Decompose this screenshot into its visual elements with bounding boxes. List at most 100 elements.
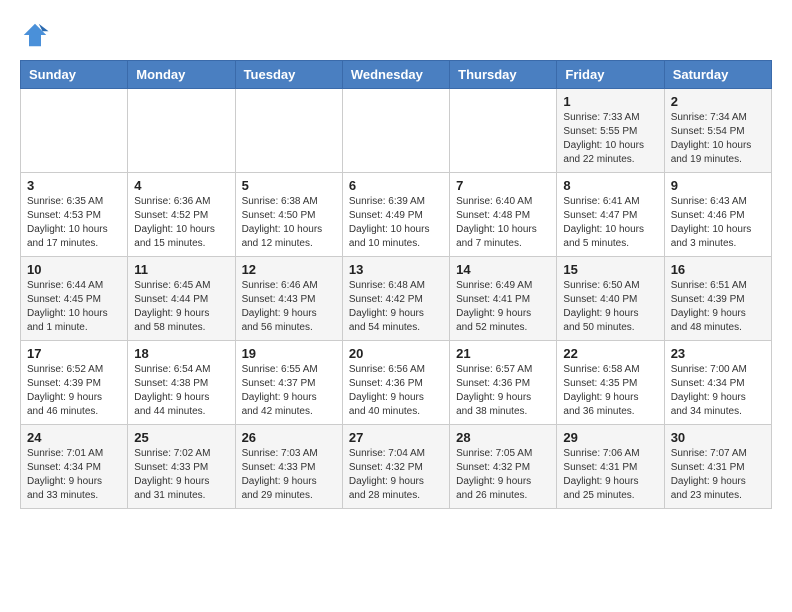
day-info: Sunrise: 7:03 AM Sunset: 4:33 PM Dayligh… — [242, 447, 336, 503]
calendar-cell: 16 Sunrise: 6:51 AM Sunset: 4:39 PM Dayli… — [664, 257, 771, 341]
calendar-cell: 29 Sunrise: 7:06 AM Sunset: 4:31 PM Dayli… — [557, 425, 664, 509]
calendar-cell — [21, 89, 128, 173]
day-number: 21 — [456, 346, 550, 361]
day-info: Sunrise: 7:02 AM Sunset: 4:33 PM Dayligh… — [134, 447, 228, 503]
day-number: 13 — [349, 262, 443, 277]
calendar-cell: 18 Sunrise: 6:54 AM Sunset: 4:38 PM Dayli… — [128, 341, 235, 425]
calendar-cell: 1Sunrise: 7:33 AM Sunset: 5:55 PM Daylig… — [557, 89, 664, 173]
calendar-cell: 24 Sunrise: 7:01 AM Sunset: 4:34 PM Dayli… — [21, 425, 128, 509]
page-header — [20, 20, 772, 50]
calendar-cell — [450, 89, 557, 173]
day-number: 3 — [27, 178, 121, 193]
day-number: 14 — [456, 262, 550, 277]
calendar-cell: 27 Sunrise: 7:04 AM Sunset: 4:32 PM Dayli… — [342, 425, 449, 509]
day-info: Sunrise: 6:36 AM Sunset: 4:52 PM Dayligh… — [134, 195, 228, 251]
day-number: 7 — [456, 178, 550, 193]
day-info: Sunrise: 6:41 AM Sunset: 4:47 PM Dayligh… — [563, 195, 657, 251]
calendar-cell: 20Sunrise: 6:56 AM Sunset: 4:36 PM Dayli… — [342, 341, 449, 425]
day-number: 6 — [349, 178, 443, 193]
calendar-cell: 14Sunrise: 6:49 AM Sunset: 4:41 PM Dayli… — [450, 257, 557, 341]
day-number: 9 — [671, 178, 765, 193]
calendar-cell: 28 Sunrise: 7:05 AM Sunset: 4:32 PM Dayli… — [450, 425, 557, 509]
day-number: 26 — [242, 430, 336, 445]
day-number: 23 — [671, 346, 765, 361]
day-info: Sunrise: 7:06 AM Sunset: 4:31 PM Dayligh… — [563, 447, 657, 503]
calendar-cell: 4 Sunrise: 6:36 AM Sunset: 4:52 PM Daylig… — [128, 173, 235, 257]
col-header-wednesday: Wednesday — [342, 61, 449, 89]
calendar-cell — [342, 89, 449, 173]
day-number: 30 — [671, 430, 765, 445]
day-number: 4 — [134, 178, 228, 193]
day-number: 11 — [134, 262, 228, 277]
calendar-cell: 22 Sunrise: 6:58 AM Sunset: 4:35 PM Dayli… — [557, 341, 664, 425]
col-header-thursday: Thursday — [450, 61, 557, 89]
calendar-cell: 30 Sunrise: 7:07 AM Sunset: 4:31 PM Dayli… — [664, 425, 771, 509]
day-number: 5 — [242, 178, 336, 193]
calendar-cell: 23 Sunrise: 7:00 AM Sunset: 4:34 PM Dayli… — [664, 341, 771, 425]
calendar-cell: 9 Sunrise: 6:43 AM Sunset: 4:46 PM Daylig… — [664, 173, 771, 257]
day-number: 16 — [671, 262, 765, 277]
day-info: Sunrise: 6:51 AM Sunset: 4:39 PM Dayligh… — [671, 279, 765, 335]
calendar-cell: 26 Sunrise: 7:03 AM Sunset: 4:33 PM Dayli… — [235, 425, 342, 509]
day-info: Sunrise: 6:46 AM Sunset: 4:43 PM Dayligh… — [242, 279, 336, 335]
calendar-cell: 21 Sunrise: 6:57 AM Sunset: 4:36 PM Dayli… — [450, 341, 557, 425]
calendar-cell: 6 Sunrise: 6:39 AM Sunset: 4:49 PM Daylig… — [342, 173, 449, 257]
day-info: Sunrise: 7:04 AM Sunset: 4:32 PM Dayligh… — [349, 447, 443, 503]
calendar-cell: 5 Sunrise: 6:38 AM Sunset: 4:50 PM Daylig… — [235, 173, 342, 257]
calendar-cell: 12 Sunrise: 6:46 AM Sunset: 4:43 PM Dayli… — [235, 257, 342, 341]
day-info: Sunrise: 6:48 AM Sunset: 4:42 PM Dayligh… — [349, 279, 443, 335]
calendar-cell: 15 Sunrise: 6:50 AM Sunset: 4:40 PM Dayli… — [557, 257, 664, 341]
day-info: Sunrise: 6:40 AM Sunset: 4:48 PM Dayligh… — [456, 195, 550, 251]
day-info: Sunrise: 6:52 AM Sunset: 4:39 PM Dayligh… — [27, 363, 121, 419]
day-info: Sunrise: 7:33 AM Sunset: 5:55 PM Dayligh… — [563, 111, 657, 167]
day-number: 22 — [563, 346, 657, 361]
day-info: Sunrise: 7:34 AM Sunset: 5:54 PM Dayligh… — [671, 111, 765, 167]
calendar-cell: 25 Sunrise: 7:02 AM Sunset: 4:33 PM Dayli… — [128, 425, 235, 509]
day-info: Sunrise: 6:54 AM Sunset: 4:38 PM Dayligh… — [134, 363, 228, 419]
calendar-cell: 2 Sunrise: 7:34 AM Sunset: 5:54 PM Daylig… — [664, 89, 771, 173]
day-number: 19 — [242, 346, 336, 361]
day-info: Sunrise: 6:39 AM Sunset: 4:49 PM Dayligh… — [349, 195, 443, 251]
day-info: Sunrise: 6:44 AM Sunset: 4:45 PM Dayligh… — [27, 279, 121, 335]
day-number: 24 — [27, 430, 121, 445]
col-header-tuesday: Tuesday — [235, 61, 342, 89]
calendar-cell: 10Sunrise: 6:44 AM Sunset: 4:45 PM Dayli… — [21, 257, 128, 341]
day-info: Sunrise: 6:57 AM Sunset: 4:36 PM Dayligh… — [456, 363, 550, 419]
day-info: Sunrise: 7:07 AM Sunset: 4:31 PM Dayligh… — [671, 447, 765, 503]
calendar-cell: 13 Sunrise: 6:48 AM Sunset: 4:42 PM Dayli… — [342, 257, 449, 341]
calendar-cell: 19 Sunrise: 6:55 AM Sunset: 4:37 PM Dayli… — [235, 341, 342, 425]
day-info: Sunrise: 7:00 AM Sunset: 4:34 PM Dayligh… — [671, 363, 765, 419]
day-info: Sunrise: 7:05 AM Sunset: 4:32 PM Dayligh… — [456, 447, 550, 503]
col-header-saturday: Saturday — [664, 61, 771, 89]
day-info: Sunrise: 6:35 AM Sunset: 4:53 PM Dayligh… — [27, 195, 121, 251]
day-info: Sunrise: 6:50 AM Sunset: 4:40 PM Dayligh… — [563, 279, 657, 335]
day-info: Sunrise: 6:58 AM Sunset: 4:35 PM Dayligh… — [563, 363, 657, 419]
day-info: Sunrise: 6:56 AM Sunset: 4:36 PM Dayligh… — [349, 363, 443, 419]
day-info: Sunrise: 6:55 AM Sunset: 4:37 PM Dayligh… — [242, 363, 336, 419]
day-info: Sunrise: 6:38 AM Sunset: 4:50 PM Dayligh… — [242, 195, 336, 251]
logo — [20, 20, 54, 50]
day-number: 25 — [134, 430, 228, 445]
calendar-cell: 7 Sunrise: 6:40 AM Sunset: 4:48 PM Daylig… — [450, 173, 557, 257]
day-info: Sunrise: 6:45 AM Sunset: 4:44 PM Dayligh… — [134, 279, 228, 335]
day-number: 15 — [563, 262, 657, 277]
day-info: Sunrise: 6:43 AM Sunset: 4:46 PM Dayligh… — [671, 195, 765, 251]
calendar-cell: 11 Sunrise: 6:45 AM Sunset: 4:44 PM Dayli… — [128, 257, 235, 341]
day-number: 18 — [134, 346, 228, 361]
day-number: 17 — [27, 346, 121, 361]
calendar-cell — [128, 89, 235, 173]
day-number: 12 — [242, 262, 336, 277]
calendar-cell: 8 Sunrise: 6:41 AM Sunset: 4:47 PM Daylig… — [557, 173, 664, 257]
col-header-friday: Friday — [557, 61, 664, 89]
calendar-cell: 3 Sunrise: 6:35 AM Sunset: 4:53 PM Daylig… — [21, 173, 128, 257]
calendar: SundayMondayTuesdayWednesdayThursdayFrid… — [20, 60, 772, 509]
calendar-cell: 17 Sunrise: 6:52 AM Sunset: 4:39 PM Dayli… — [21, 341, 128, 425]
day-number: 8 — [563, 178, 657, 193]
col-header-sunday: Sunday — [21, 61, 128, 89]
day-number: 29 — [563, 430, 657, 445]
day-number: 27 — [349, 430, 443, 445]
day-number: 28 — [456, 430, 550, 445]
day-info: Sunrise: 7:01 AM Sunset: 4:34 PM Dayligh… — [27, 447, 121, 503]
day-number: 2 — [671, 94, 765, 109]
logo-icon — [20, 20, 50, 50]
